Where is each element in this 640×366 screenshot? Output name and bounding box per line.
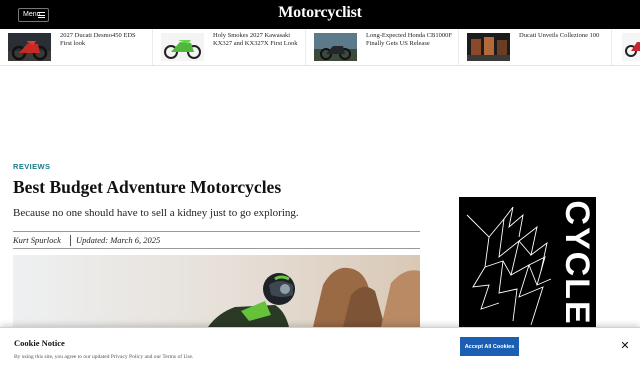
story-title: Ducati Unveils Collezione 100 (519, 32, 600, 39)
story-title: Long-Expected Honda CB1000F Finally Gets… (366, 32, 452, 47)
sidebar-advertisement[interactable]: CYCLE (459, 197, 596, 327)
ad-placeholder (0, 67, 640, 155)
trending-strip: 2027 Ducati Desmo450 EDS First look Holy… (0, 29, 640, 66)
cookie-banner: Cookie Notice By using this site, you ag… (0, 327, 640, 366)
section-kicker[interactable]: REVIEWS (13, 162, 50, 171)
hero-image (13, 255, 420, 327)
story-thumbnail (8, 33, 51, 61)
privacy-policy-link[interactable]: Privacy Policy (111, 354, 143, 360)
updated-date: Updated: March 6, 2025 (76, 235, 161, 245)
ad-brand-wordmark: CYCLE (558, 201, 596, 325)
article-dek: Because no one should have to sell a kid… (13, 207, 299, 219)
accept-all-cookies-button[interactable]: Accept All Cookies (460, 337, 519, 356)
cookie-text-middle: and our (143, 354, 163, 360)
article-headline: Best Budget Adventure Motorcycles (13, 177, 282, 197)
story-thumbnail (467, 33, 510, 61)
site-logo[interactable]: Motorcyclist (0, 4, 640, 22)
byline-divider (70, 235, 71, 246)
trending-story[interactable]: 2027 Ducati Desmo450 EDS First look (0, 29, 153, 65)
trending-story[interactable]: Long-Expected Honda CB1000F Finally Gets… (306, 29, 459, 65)
story-thumbnail (161, 33, 204, 61)
cookie-text-prefix: By using this site, you agree to our upd… (14, 354, 111, 360)
cookie-title: Cookie Notice (14, 338, 65, 348)
story-thumbnail (314, 33, 357, 61)
cookie-text-suffix: . (191, 354, 194, 360)
trending-story[interactable]: Holy Smokes 2027 Kawasaki KX327 and KX32… (153, 29, 306, 65)
ad-brand-text: CYCLE (558, 201, 596, 325)
story-title: 2027 Ducati Desmo450 EDS First look (60, 32, 136, 47)
story-thumbnail (622, 33, 640, 61)
close-icon[interactable]: ✕ (619, 340, 631, 352)
site-header: Menu Motorcyclist (0, 0, 640, 29)
trending-story[interactable] (612, 29, 640, 65)
story-title: Holy Smokes 2027 Kawasaki KX327 and KX32… (213, 32, 298, 47)
terms-of-use-link[interactable]: Terms of Use (162, 354, 192, 360)
trending-story[interactable]: Ducati Unveils Collezione 100 (459, 29, 612, 65)
byline: Kurt Spurlock Updated: March 6, 2025 (13, 231, 420, 249)
author-link[interactable]: Kurt Spurlock (13, 235, 61, 245)
cookie-text: By using this site, you agree to our upd… (14, 354, 193, 360)
